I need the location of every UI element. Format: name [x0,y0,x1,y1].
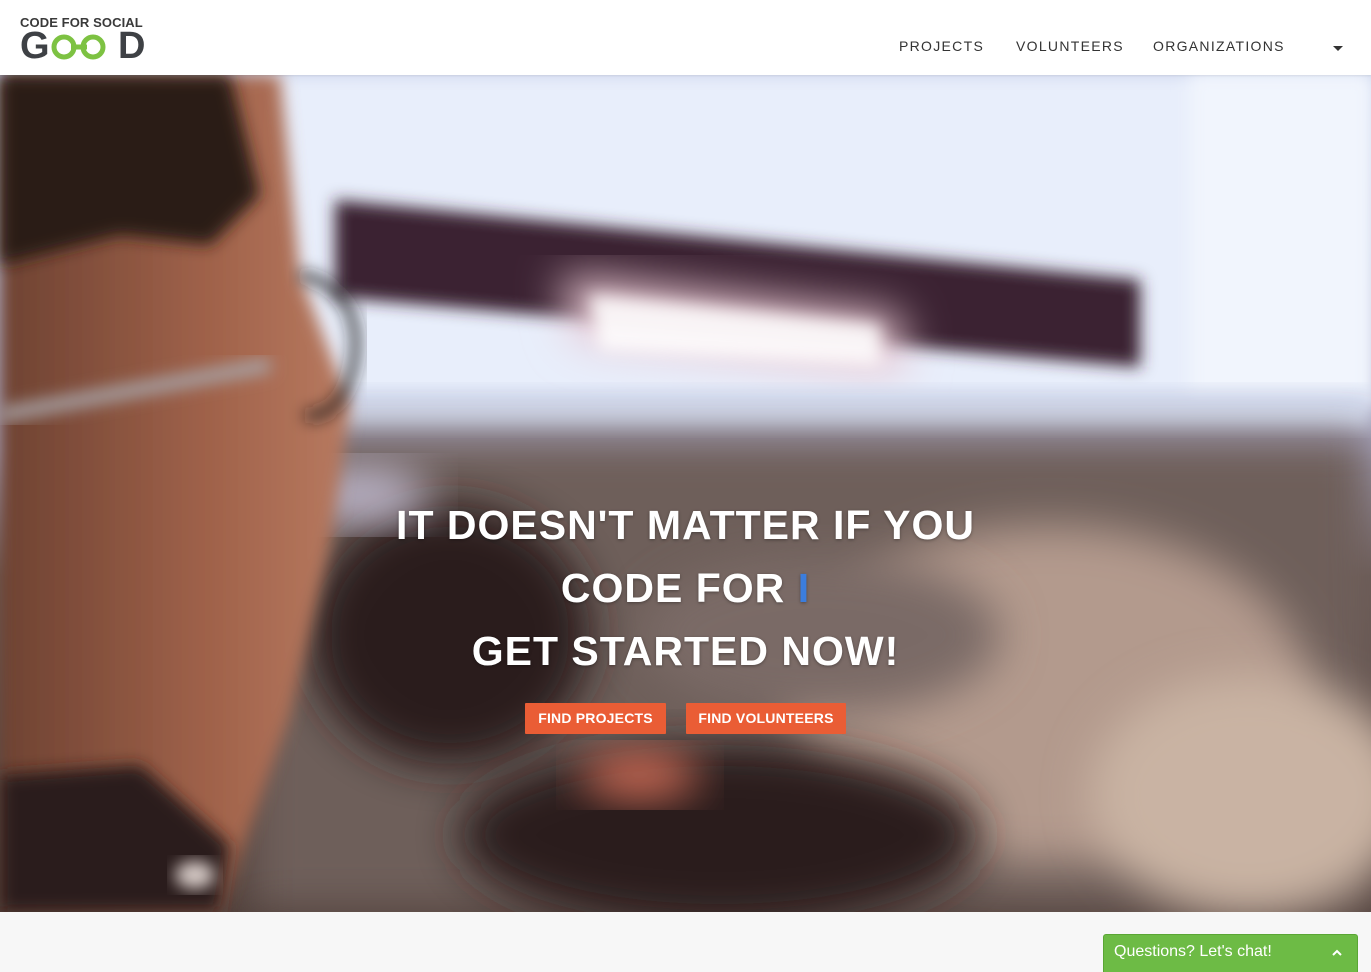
hero-section: IT DOESN'T MATTER IF YOU CODE FOR I GET … [0,75,1371,912]
page: CODE FOR SOCIAL G D PROJECTS VOLUNTEERS … [0,0,1371,972]
logo-letter-g: G [20,25,50,67]
caret-down-icon[interactable] [1333,46,1343,51]
hero-line-3: GET STARTED NOW! [471,628,900,674]
hero-line-2: CODE FOR I [0,565,1371,611]
find-volunteers-button[interactable]: FIND VOLUNTEERS [686,703,846,734]
logo-letter-d: D [118,25,146,67]
chevron-up-icon[interactable] [1332,948,1342,958]
chat-label: Questions? Let's chat! [1114,943,1272,960]
site-logo[interactable]: CODE FOR SOCIAL G D [20,15,150,65]
hero-line-2-prefix: CODE FOR [560,565,786,611]
logo-wordmark: G D [20,25,148,67]
logo-infinity-icon [51,34,106,60]
nav-volunteers[interactable]: VOLUNTEERS [1016,38,1124,54]
hero-line-1: IT DOESN'T MATTER IF YOU [396,502,975,548]
typing-cursor: I [797,565,811,611]
chat-widget[interactable]: Questions? Let's chat! [1103,934,1358,972]
site-header: CODE FOR SOCIAL G D PROJECTS VOLUNTEERS … [0,0,1371,75]
nav-projects[interactable]: PROJECTS [899,38,984,54]
hero-background-image [0,75,1371,912]
nav-organizations[interactable]: ORGANIZATIONS [1153,38,1285,54]
find-projects-button[interactable]: FIND PROJECTS [525,703,666,734]
